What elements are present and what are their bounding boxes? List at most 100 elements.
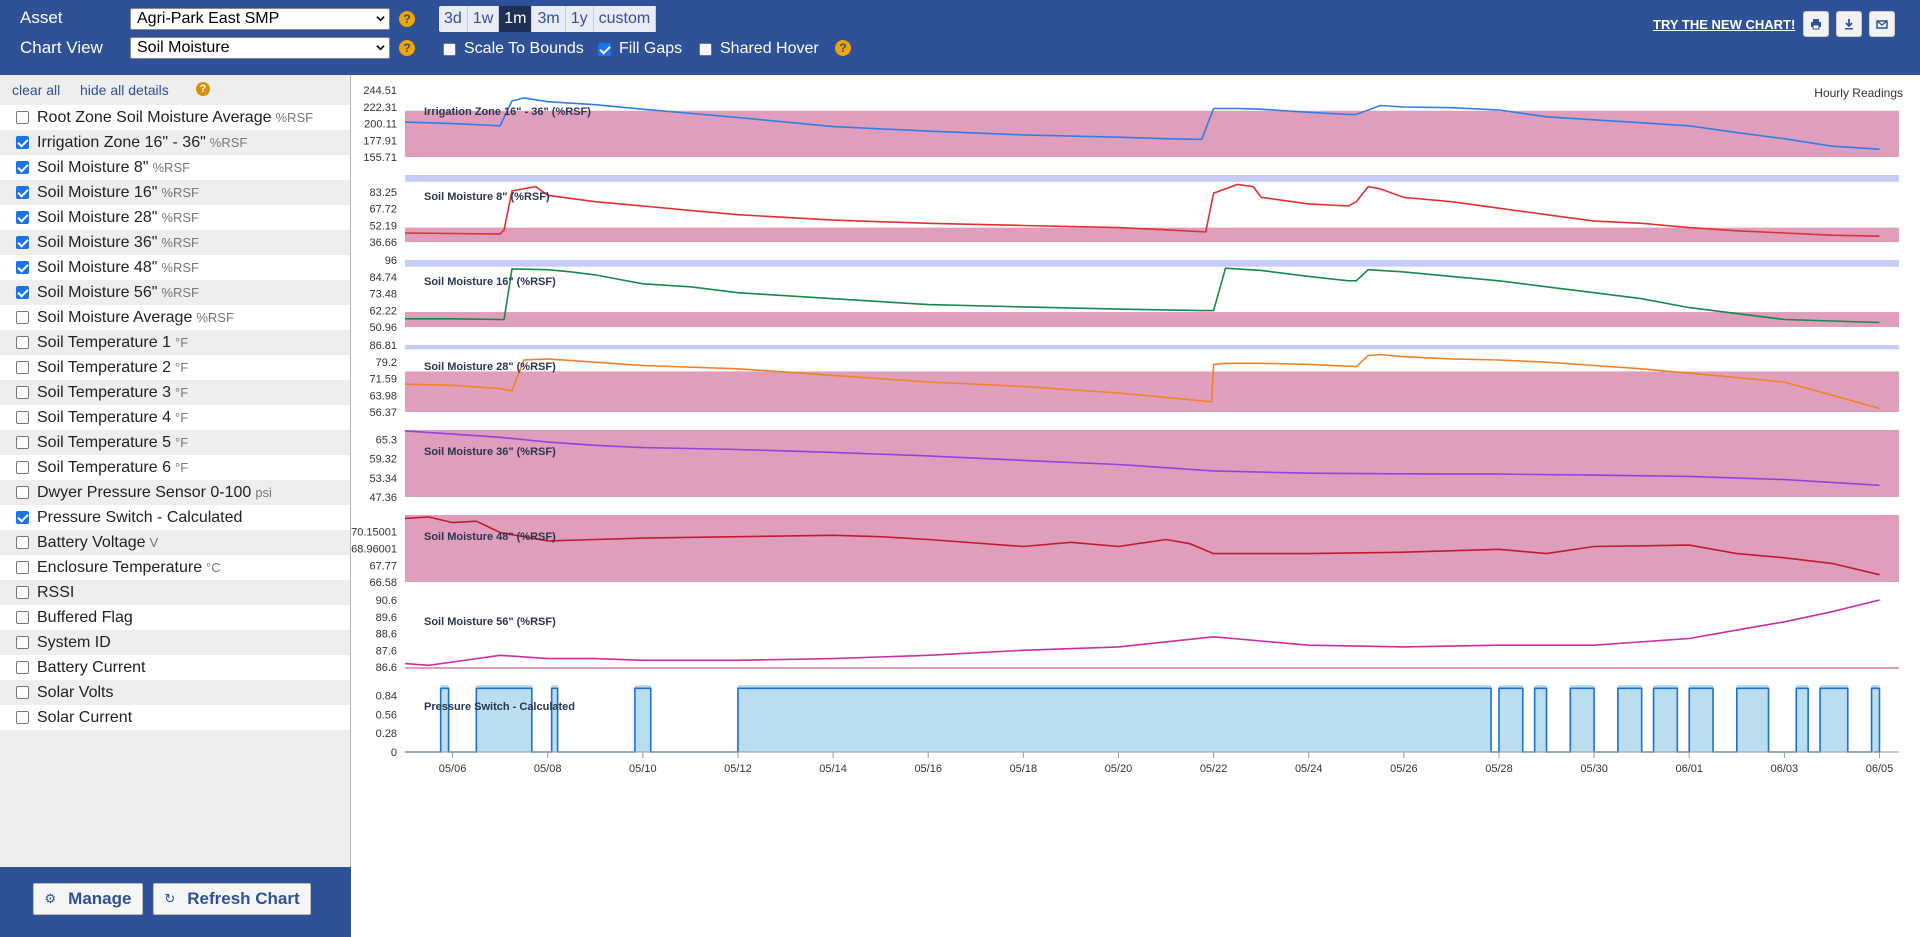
pressure-on-area bbox=[1570, 685, 1595, 752]
range-button-1m[interactable]: 1m bbox=[499, 6, 533, 32]
try-new-chart-link[interactable]: TRY THE NEW CHART! bbox=[1653, 17, 1795, 32]
series-item[interactable]: Battery Voltage V bbox=[0, 530, 350, 555]
series-checkbox[interactable] bbox=[16, 336, 29, 349]
series-checkbox[interactable] bbox=[16, 136, 29, 149]
series-item[interactable]: Soil Moisture 28" %RSF bbox=[0, 205, 350, 230]
series-checkbox[interactable] bbox=[16, 561, 29, 574]
series-checkbox[interactable] bbox=[16, 261, 29, 274]
options-help-icon[interactable]: ? bbox=[835, 40, 851, 56]
series-item[interactable]: Soil Moisture Average %RSF bbox=[0, 305, 350, 330]
series-checkbox[interactable] bbox=[16, 636, 29, 649]
series-item[interactable]: Soil Temperature 3 °F bbox=[0, 380, 350, 405]
fill-gaps-checkbox[interactable] bbox=[598, 42, 611, 56]
series-checkbox[interactable] bbox=[16, 711, 29, 724]
series-label: Irrigation Zone 16" - 36" bbox=[37, 133, 206, 151]
series-checkbox[interactable] bbox=[16, 186, 29, 199]
print-icon bbox=[1811, 19, 1821, 30]
chart-view-help-icon[interactable]: ? bbox=[399, 40, 415, 56]
manage-button[interactable]: ⚙ Manage bbox=[33, 883, 143, 915]
series-checkbox[interactable] bbox=[16, 111, 29, 124]
series-item[interactable]: Soil Moisture 56" %RSF bbox=[0, 280, 350, 305]
series-checkbox[interactable] bbox=[16, 536, 29, 549]
clear-all-link[interactable]: clear all bbox=[12, 82, 60, 98]
series-item[interactable]: Dwyer Pressure Sensor 0-100 psi bbox=[0, 480, 350, 505]
series-item[interactable]: Soil Temperature 6 °F bbox=[0, 455, 350, 480]
series-checkbox[interactable] bbox=[16, 286, 29, 299]
series-item[interactable]: Soil Moisture 48" %RSF bbox=[0, 255, 350, 280]
series-checkbox[interactable] bbox=[16, 386, 29, 399]
y-tick-label: 0 bbox=[391, 747, 397, 759]
series-checkbox[interactable] bbox=[16, 511, 29, 524]
series-checkbox[interactable] bbox=[16, 586, 29, 599]
scale-to-bounds-toggle[interactable]: Scale To Bounds bbox=[443, 40, 584, 58]
series-checkbox[interactable] bbox=[16, 661, 29, 674]
series-item[interactable]: Buffered Flag bbox=[0, 605, 350, 630]
series-checkbox[interactable] bbox=[16, 411, 29, 424]
series-item[interactable]: Enclosure Temperature °C bbox=[0, 555, 350, 580]
stacked-chart[interactable]: 244.51 222.31 200.11 177.91 155.71 Irrigation… bbox=[351, 75, 1920, 937]
series-item[interactable]: Pressure Switch - Calculated bbox=[0, 505, 350, 530]
hide-all-details-link[interactable]: hide all details bbox=[80, 82, 169, 98]
series-item[interactable]: Irrigation Zone 16" - 36" %RSF bbox=[0, 130, 350, 155]
range-button-3d[interactable]: 3d bbox=[439, 6, 468, 32]
series-checkbox[interactable] bbox=[16, 461, 29, 474]
refresh-label: Refresh Chart bbox=[187, 889, 300, 908]
series-item[interactable]: Soil Moisture 16" %RSF bbox=[0, 180, 350, 205]
x-tick-label: 05/26 bbox=[1390, 763, 1418, 775]
series-checkbox[interactable] bbox=[16, 311, 29, 324]
email-button[interactable] bbox=[1869, 11, 1895, 37]
series-item[interactable]: Soil Temperature 1 °F bbox=[0, 330, 350, 355]
series-item[interactable]: Solar Current bbox=[0, 705, 350, 730]
chart-view-select-value: Soil Moisture bbox=[137, 39, 230, 56]
series-label: Soil Temperature 6 bbox=[37, 458, 171, 476]
series-checkbox[interactable] bbox=[16, 486, 29, 499]
scale-to-bounds-checkbox[interactable] bbox=[443, 42, 456, 56]
series-item[interactable]: System ID bbox=[0, 630, 350, 655]
series-checkbox[interactable] bbox=[16, 236, 29, 249]
pressure-on-area bbox=[1534, 685, 1547, 752]
range-button-custom[interactable]: custom bbox=[594, 6, 657, 32]
series-label: Solar Volts bbox=[37, 683, 114, 701]
range-button-3m[interactable]: 3m bbox=[532, 6, 566, 32]
shared-hover-checkbox[interactable] bbox=[699, 42, 712, 56]
sidebar-help-icon[interactable]: ? bbox=[196, 82, 210, 96]
y-tick-label: 53.34 bbox=[369, 473, 397, 485]
shared-hover-toggle[interactable]: Shared Hover bbox=[699, 40, 819, 58]
series-unit: °F bbox=[175, 335, 189, 350]
series-label: Enclosure Temperature bbox=[37, 558, 203, 576]
download-button[interactable] bbox=[1836, 11, 1862, 37]
series-item[interactable]: Soil Moisture 8" %RSF bbox=[0, 155, 350, 180]
series-checkbox[interactable] bbox=[16, 361, 29, 374]
lower-threshold-band bbox=[405, 667, 1899, 669]
series-item[interactable]: Soil Temperature 4 °F bbox=[0, 405, 350, 430]
print-button[interactable] bbox=[1803, 11, 1829, 37]
series-item[interactable]: Solar Volts bbox=[0, 680, 350, 705]
series-item[interactable]: Soil Temperature 5 °F bbox=[0, 430, 350, 455]
asset-select[interactable]: Agri-Park East SMP bbox=[130, 8, 390, 30]
series-checkbox[interactable] bbox=[16, 161, 29, 174]
series-item[interactable]: Root Zone Soil Moisture Average %RSF bbox=[0, 105, 350, 130]
series-checkbox[interactable] bbox=[16, 211, 29, 224]
series-checkbox[interactable] bbox=[16, 611, 29, 624]
series-checkbox[interactable] bbox=[16, 436, 29, 449]
panel-title: Irrigation Zone 16" - 36" (%RSF) bbox=[424, 106, 591, 118]
fill-gaps-toggle[interactable]: Fill Gaps bbox=[598, 40, 682, 58]
y-tick-label: 86.6 bbox=[376, 662, 397, 674]
x-tick-label: 05/18 bbox=[1010, 763, 1038, 775]
refresh-chart-button[interactable]: ↻ Refresh Chart bbox=[153, 883, 311, 915]
y-tick-label: 73.48 bbox=[369, 289, 397, 301]
series-item[interactable]: Soil Temperature 2 °F bbox=[0, 355, 350, 380]
range-button-1y[interactable]: 1y bbox=[566, 6, 594, 32]
series-item[interactable]: Soil Moisture 36" %RSF bbox=[0, 230, 350, 255]
chart-view-select[interactable]: Soil Moisture bbox=[130, 37, 390, 59]
series-item[interactable]: RSSI bbox=[0, 580, 350, 605]
chart-area[interactable]: 244.51 222.31 200.11 177.91 155.71 Irrigation… bbox=[351, 75, 1920, 937]
y-tick-label: 56.37 bbox=[369, 407, 397, 419]
series-item[interactable]: Battery Current bbox=[0, 655, 350, 680]
y-tick-label: 87.6 bbox=[376, 645, 397, 657]
series-checkbox[interactable] bbox=[16, 686, 29, 699]
asset-help-icon[interactable]: ? bbox=[399, 11, 415, 27]
panel-title: Soil Moisture 8" (%RSF) bbox=[424, 191, 550, 203]
range-button-1w[interactable]: 1w bbox=[468, 6, 500, 32]
y-tick-label: 0.28 bbox=[376, 728, 397, 740]
